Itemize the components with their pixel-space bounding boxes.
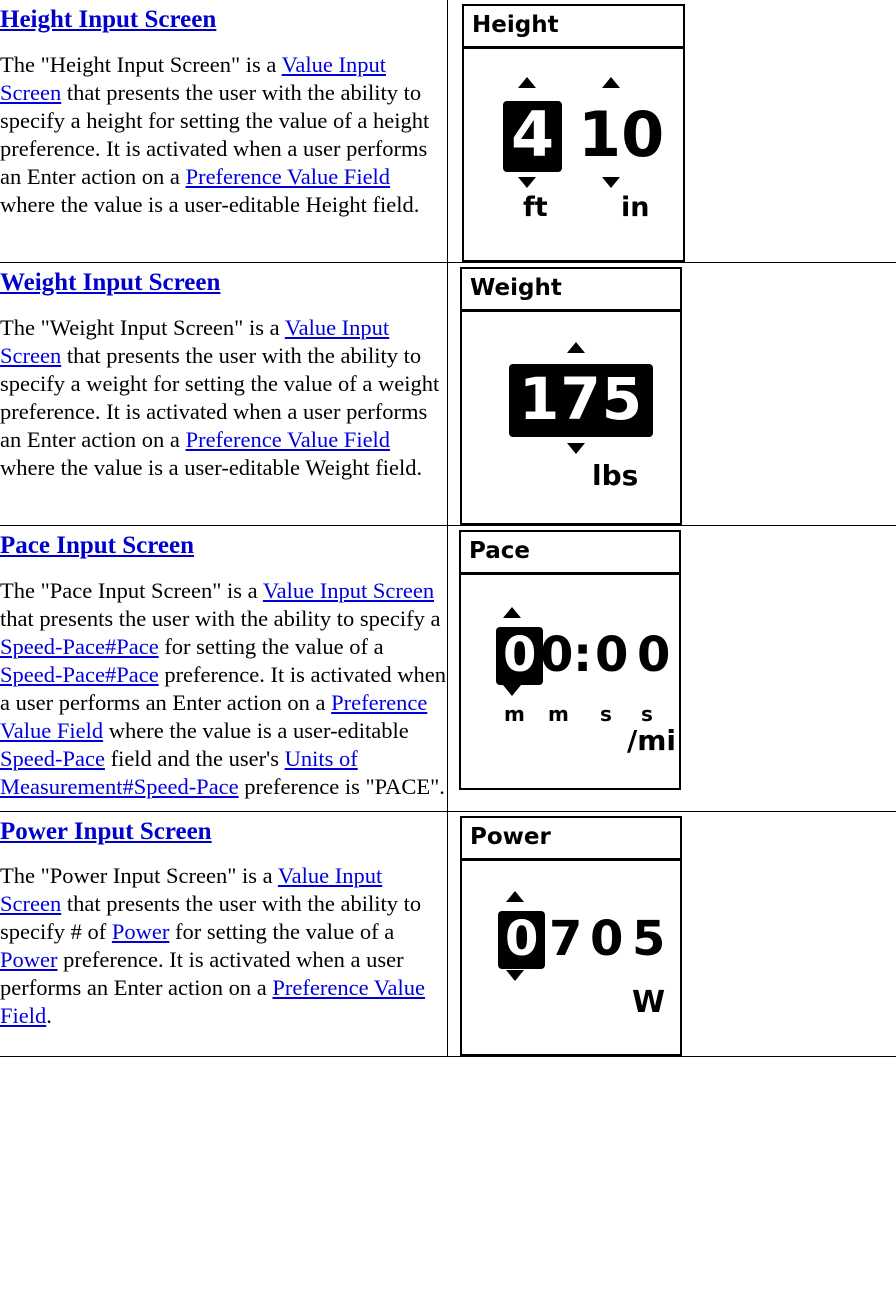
device-title-pace: Pace bbox=[461, 532, 679, 575]
device-screen-height: Height 4 10 ft in bbox=[462, 4, 685, 262]
value-digit-pace-second-ones[interactable]: 0 bbox=[637, 631, 670, 679]
screen-cell-power: Power 0 7 0 5 W bbox=[447, 810, 896, 1057]
wiki-link[interactable]: Preference Value Field bbox=[186, 427, 391, 452]
decrement-arrow-down-icon-pace[interactable] bbox=[503, 685, 521, 696]
table-row: Height Input Screen The "Height Input Sc… bbox=[0, 0, 896, 263]
value-digit-pace-second-tens[interactable]: 0 bbox=[595, 631, 628, 679]
unit-label-inches: in bbox=[621, 192, 650, 223]
section-title-link-weight[interactable]: Weight Input Screen bbox=[0, 269, 220, 296]
description-text-power: The "Power Input Screen" is a Value Inpu… bbox=[0, 862, 447, 1030]
increment-arrow-up-icon-inches[interactable] bbox=[602, 77, 620, 88]
wiki-link[interactable]: Speed-Pace#Pace bbox=[0, 634, 159, 659]
unit-label-feet: ft bbox=[523, 192, 548, 223]
value-digit-power-1[interactable]: 0 bbox=[498, 910, 546, 969]
device-body-power: 0 7 0 5 W bbox=[462, 861, 680, 1048]
decrement-arrow-down-icon-inches[interactable] bbox=[602, 177, 620, 188]
value-field-inches[interactable]: 10 bbox=[578, 104, 664, 166]
increment-arrow-up-icon-power[interactable] bbox=[506, 890, 524, 902]
increment-arrow-up-icon-pace[interactable] bbox=[503, 607, 521, 618]
wiki-link[interactable]: Power bbox=[0, 947, 58, 972]
digit-label-second-tens: s bbox=[600, 702, 612, 726]
text-run: The "Weight Input Screen" is a bbox=[0, 314, 285, 340]
decrement-arrow-down-icon-power[interactable] bbox=[506, 969, 524, 981]
text-run: that presents the user with the ability … bbox=[0, 605, 441, 631]
description-cell-pace: Pace Input Screen The "Pace Input Screen… bbox=[0, 525, 448, 812]
text-run: field and the user's bbox=[104, 745, 285, 771]
page-title-pace: Pace Input Screen bbox=[0, 532, 447, 560]
wiki-link[interactable]: Power bbox=[112, 919, 170, 944]
unit-label-watts: W bbox=[632, 984, 666, 1020]
table-row: Pace Input Screen The "Pace Input Screen… bbox=[0, 525, 896, 812]
value-digit-pace-minute-tens[interactable]: 0 bbox=[496, 627, 544, 685]
screen-cell-pace: Pace 0 0 : 0 0 m m s s /mi bbox=[447, 525, 896, 812]
device-body-weight: 175 lbs bbox=[462, 312, 680, 517]
text-run: The "Pace Input Screen" is a bbox=[0, 577, 263, 603]
description-cell-power: Power Input Screen The "Power Input Scre… bbox=[0, 810, 448, 1057]
text-run: preference is "PACE". bbox=[238, 773, 445, 799]
wiki-link[interactable]: Value Input Screen bbox=[263, 578, 434, 603]
device-title-height: Height bbox=[464, 6, 683, 49]
page-title-power: Power Input Screen bbox=[0, 818, 447, 846]
description-text-height: The "Height Input Screen" is a Value Inp… bbox=[0, 51, 447, 219]
text-run: where the value is a user-editable bbox=[103, 717, 409, 743]
text-run: where the value is a user-editable Heigh… bbox=[0, 191, 420, 217]
description-cell-weight: Weight Input Screen The "Weight Input Sc… bbox=[0, 262, 448, 526]
time-separator-colon: : bbox=[573, 627, 593, 683]
description-text-weight: The "Weight Input Screen" is a Value Inp… bbox=[0, 314, 447, 482]
device-screen-weight: Weight 175 lbs bbox=[460, 267, 682, 525]
input-screens-table: Height Input Screen The "Height Input Sc… bbox=[0, 0, 896, 1057]
digit-label-second-ones: s bbox=[641, 702, 653, 726]
decrement-arrow-down-icon-weight[interactable] bbox=[567, 443, 585, 454]
device-screen-power: Power 0 7 0 5 W bbox=[460, 815, 682, 1056]
description-text-pace: The "Pace Input Screen" is a Value Input… bbox=[0, 577, 447, 801]
value-digit-power-4[interactable]: 5 bbox=[632, 915, 665, 963]
increment-arrow-up-icon-weight[interactable] bbox=[567, 342, 585, 353]
screen-cell-weight: Weight 175 lbs bbox=[447, 262, 896, 526]
table-row: Weight Input Screen The "Weight Input Sc… bbox=[0, 262, 896, 526]
text-run: The "Height Input Screen" is a bbox=[0, 51, 282, 77]
device-title-power: Power bbox=[462, 818, 680, 861]
value-field-weight[interactable]: 175 bbox=[509, 364, 654, 437]
wiki-link[interactable]: Speed-Pace bbox=[0, 746, 105, 771]
digit-label-minute-tens: m bbox=[504, 702, 525, 726]
device-screen-pace: Pace 0 0 : 0 0 m m s s /mi bbox=[459, 530, 681, 790]
value-digit-power-2[interactable]: 7 bbox=[549, 915, 582, 963]
increment-arrow-up-icon-feet[interactable] bbox=[518, 77, 536, 88]
text-run: The "Power Input Screen" is a bbox=[0, 863, 278, 888]
digit-label-minute-ones: m bbox=[548, 702, 569, 726]
value-digit-power-3[interactable]: 0 bbox=[590, 915, 623, 963]
text-run: where the value is a user-editable Weigh… bbox=[0, 454, 423, 480]
description-cell-height: Height Input Screen The "Height Input Sc… bbox=[0, 0, 448, 263]
unit-label-pounds: lbs bbox=[592, 459, 639, 492]
screen-cell-height: Height 4 10 ft in bbox=[447, 0, 896, 263]
device-title-weight: Weight bbox=[462, 269, 680, 312]
page-title-height: Height Input Screen bbox=[0, 6, 447, 34]
text-run: . bbox=[46, 1003, 52, 1028]
page-title-weight: Weight Input Screen bbox=[0, 269, 447, 297]
table-row: Power Input Screen The "Power Input Scre… bbox=[0, 810, 896, 1057]
section-title-link-power[interactable]: Power Input Screen bbox=[0, 818, 212, 845]
text-run: for setting the value of a bbox=[158, 633, 384, 659]
wiki-link[interactable]: Speed-Pace#Pace bbox=[0, 662, 159, 687]
decrement-arrow-down-icon-feet[interactable] bbox=[518, 177, 536, 188]
unit-label-per-mile: /mi bbox=[627, 724, 676, 757]
section-title-link-pace[interactable]: Pace Input Screen bbox=[0, 532, 194, 559]
value-digit-pace-minute-ones[interactable]: 0 bbox=[540, 631, 573, 679]
device-body-pace: 0 0 : 0 0 m m s s /mi bbox=[461, 575, 679, 782]
section-title-link-height[interactable]: Height Input Screen bbox=[0, 6, 216, 33]
value-field-feet[interactable]: 4 bbox=[503, 101, 563, 172]
text-run: for setting the value of a bbox=[169, 919, 395, 944]
wiki-link[interactable]: Preference Value Field bbox=[186, 164, 391, 189]
device-body-height: 4 10 ft in bbox=[464, 49, 683, 254]
